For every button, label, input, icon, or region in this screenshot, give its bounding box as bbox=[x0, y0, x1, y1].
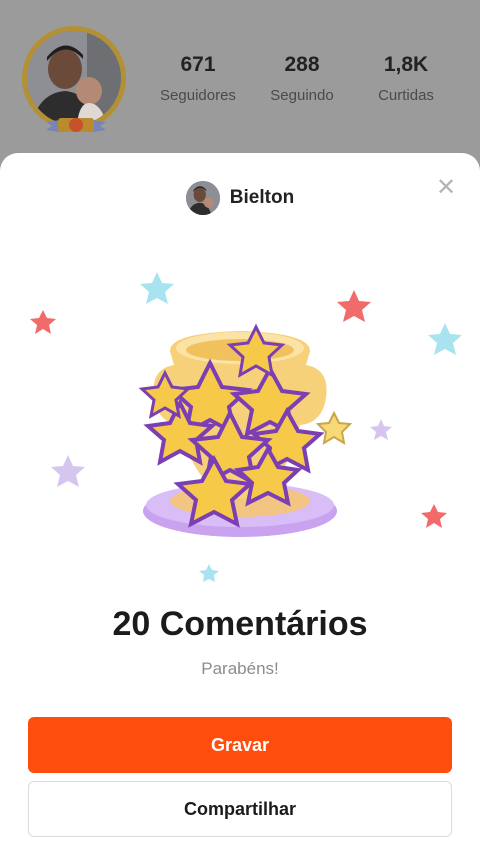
sheet-user-header: Bielton bbox=[0, 180, 480, 216]
user-avatar bbox=[185, 181, 220, 215]
stat-likes[interactable]: 1,8K Curtidas bbox=[356, 50, 456, 104]
profile-avatar[interactable] bbox=[18, 22, 130, 134]
trophy-illustration bbox=[30, 272, 462, 582]
followers-label: Seguidores bbox=[160, 87, 236, 104]
record-button[interactable]: Gravar bbox=[28, 717, 452, 773]
stat-followers[interactable]: 671 Seguidores bbox=[148, 50, 248, 104]
achievement-title: 20 Comentários bbox=[112, 605, 368, 643]
share-button[interactable]: Compartilhar bbox=[28, 781, 452, 837]
avatar-badge-icon bbox=[46, 118, 106, 132]
likes-count: 1,8K bbox=[383, 53, 429, 76]
likes-label: Curtidas bbox=[378, 87, 434, 104]
following-count: 288 bbox=[284, 53, 320, 76]
followers-count: 671 bbox=[180, 53, 216, 76]
following-label: Seguindo bbox=[270, 87, 334, 104]
achievement-subtitle: Parabéns! bbox=[201, 659, 279, 678]
stat-following[interactable]: 288 Seguindo bbox=[252, 50, 352, 104]
username: Bielton bbox=[229, 187, 295, 208]
close-icon[interactable]: ✕ bbox=[434, 175, 458, 199]
achievement-sheet: Bielton ✕ 20 Comentários Parabéns! Grava… bbox=[0, 153, 480, 854]
profile-header: 671 Seguidores 288 Seguindo 1,8K Curtida… bbox=[0, 0, 480, 170]
profile-stats: 671 Seguidores 288 Seguindo 1,8K Curtida… bbox=[150, 50, 470, 110]
